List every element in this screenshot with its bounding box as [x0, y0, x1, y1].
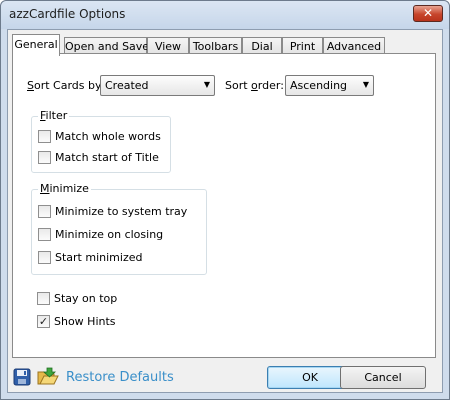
dialog-client-area: General Open and Save View Toolbars Dial… [7, 29, 443, 393]
tab-general[interactable]: General [12, 34, 60, 56]
minimize-to-tray-label: Minimize to system tray [55, 205, 188, 218]
checkbox-box[interactable] [38, 205, 51, 218]
sort-cards-value: Created [105, 79, 149, 92]
show-hints-label: Show Hints [54, 315, 116, 328]
cancel-button-label: Cancel [364, 371, 402, 384]
floppy-disk-icon[interactable] [12, 367, 32, 387]
match-whole-words-label: Match whole words [55, 130, 161, 143]
checkbox-box[interactable] [38, 228, 51, 241]
stay-on-top-label: Stay on top [54, 292, 118, 305]
tab-advanced-label: Advanced [326, 40, 382, 53]
minimize-group-title: Minimize [38, 182, 91, 195]
tab-general-label: General [14, 38, 58, 51]
match-start-of-title-label: Match start of Title [55, 151, 159, 164]
sort-cards-label: Sort Cards by: [27, 79, 105, 92]
checkbox-box[interactable] [37, 292, 50, 305]
tab-view-label: View [154, 40, 182, 53]
restore-defaults-link[interactable]: Restore Defaults [66, 370, 174, 385]
window-title: azzCardfile Options [9, 7, 126, 21]
checkbox-box[interactable] [38, 151, 51, 164]
close-button[interactable]: ✕ [413, 5, 443, 22]
tab-open-and-save-label: Open and Save [65, 40, 150, 53]
tab-dial-label: Dial [251, 40, 273, 53]
chevron-down-icon: ▼ [362, 80, 369, 89]
filter-group-title: Filter [38, 109, 70, 122]
filter-group: Filter Match whole words Match start of … [31, 109, 171, 173]
minimize-group: Minimize Minimize to system tray Minimiz… [31, 182, 207, 275]
chevron-down-icon: ▼ [203, 80, 210, 89]
open-folder-icon[interactable] [37, 366, 59, 386]
checkbox-box[interactable] [38, 251, 51, 264]
sort-order-label: Sort order: [225, 79, 284, 92]
start-minimized-label: Start minimized [55, 251, 143, 264]
general-tab-panel: Sort Cards by: Created ▼ Sort order: Asc… [12, 53, 436, 358]
sort-order-select[interactable]: Ascending ▼ [285, 75, 374, 96]
title-bar[interactable]: azzCardfile Options ✕ [1, 1, 449, 29]
minimize-on-closing-label: Minimize on closing [55, 228, 164, 241]
checkbox-box[interactable]: ✓ [37, 315, 50, 328]
cancel-button[interactable]: Cancel [340, 366, 426, 389]
sort-order-value: Ascending [290, 79, 348, 92]
close-icon: ✕ [422, 6, 434, 20]
checkbox-box[interactable] [38, 130, 51, 143]
tab-toolbars-label: Toolbars [192, 40, 239, 53]
tab-print-label: Print [289, 40, 316, 53]
checkmark-icon: ✓ [38, 315, 49, 328]
dialog-window: azzCardfile Options ✕ General Open and S… [0, 0, 450, 400]
ok-button-label: OK [302, 371, 318, 384]
sort-cards-select[interactable]: Created ▼ [100, 75, 215, 96]
